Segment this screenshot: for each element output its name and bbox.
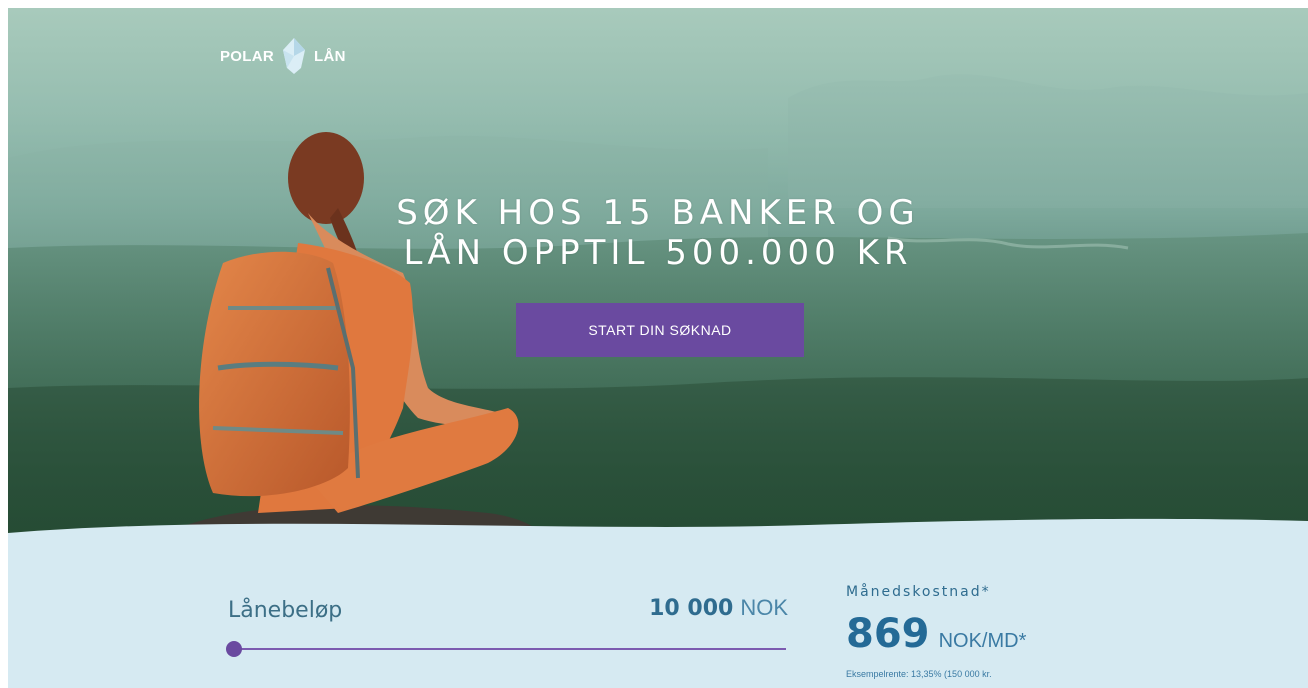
loan-amount-label: Lånebeløp [228,598,343,623]
monthly-cost-number: 869 [846,611,930,657]
page-frame: POLAR LÅN SØK HOS 15 BANKER OG LÅN OPPTI… [8,8,1308,688]
monthly-cost-value: 869 NOK/MD* [846,611,1026,657]
loan-amount-slider[interactable] [226,638,792,660]
hero-headline-line-2: LÅN OPPTIL 500.000 KR [403,233,913,273]
hero-section: POLAR LÅN SØK HOS 15 BANKER OG LÅN OPPTI… [8,8,1308,548]
iceberg-icon [283,38,305,74]
slider-thumb[interactable] [226,641,242,657]
loan-amount-currency: NOK [740,595,788,620]
slider-track[interactable] [236,648,786,650]
brand-logo[interactable]: POLAR LÅN [220,36,346,76]
brand-right-text: LÅN [314,47,346,65]
brand-left-text: POLAR [220,47,274,65]
hero-background-image [8,8,1308,548]
example-rate-text: Eksempelrente: 13,35% (150 000 kr. [846,669,992,679]
monthly-cost-label: Månedskostnad* [846,584,991,600]
start-application-button[interactable]: START DIN SØKNAD [516,303,804,357]
loan-amount-value: 10 000 NOK [598,595,788,621]
monthly-cost-unit: NOK/MD* [938,630,1027,652]
panel-wave-divider [8,518,1308,563]
hero-headline: SØK HOS 15 BANKER OG LÅN OPPTIL 500.000 … [308,193,1008,273]
loan-amount-number: 10 000 [649,596,734,621]
hero-headline-line-1: SØK HOS 15 BANKER OG [396,193,920,233]
